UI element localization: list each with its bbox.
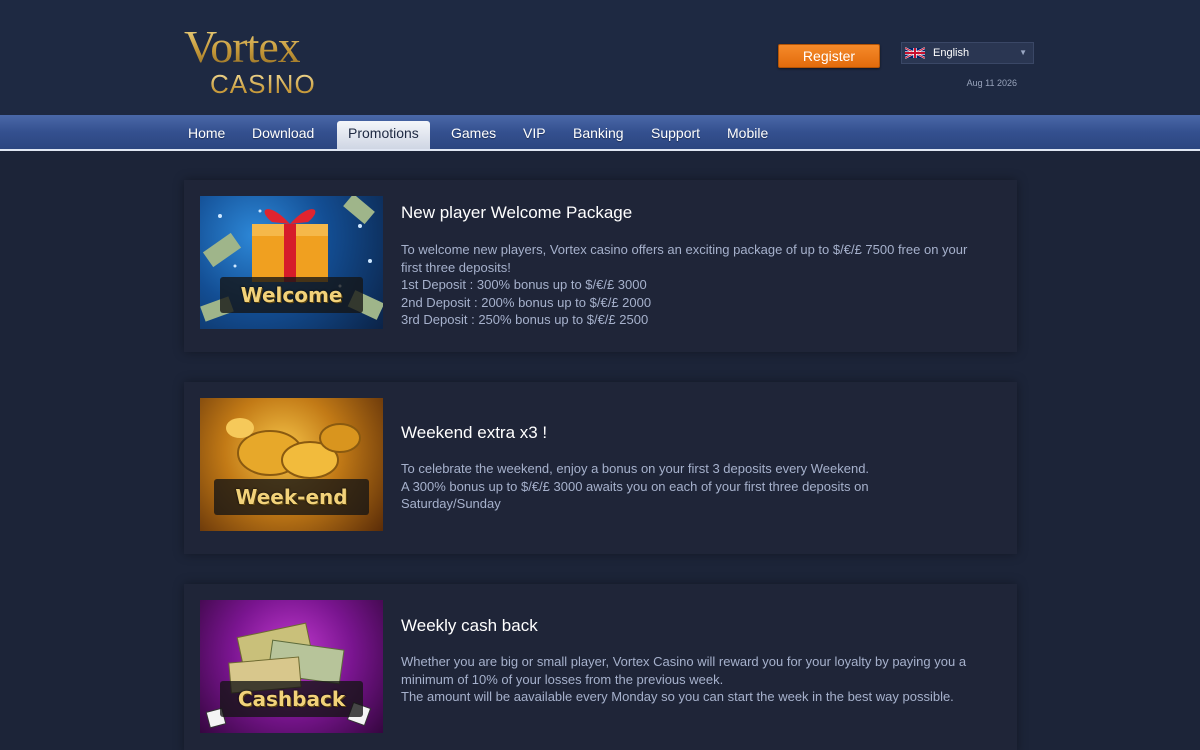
nav-download[interactable]: Download (252, 115, 314, 149)
promo-description: To celebrate the weekend, enjoy a bonus … (401, 460, 971, 513)
promo-text-line: A 300% bonus up to $/€/£ 3000 awaits you… (401, 478, 869, 512)
site-header: Vortex CASINO Register English ▼ Aug 11 … (0, 0, 1200, 115)
cashback-promo-image[interactable]: Cashback (200, 600, 383, 733)
caret-down-icon: ▼ (1019, 48, 1027, 57)
register-button[interactable]: Register (778, 44, 880, 68)
current-date: Aug 11 2026 (966, 78, 1017, 88)
weekend-image-label: Week-end (214, 479, 369, 515)
welcome-image-label: Welcome (220, 277, 363, 313)
promo-text-line: 1st Deposit : 300% bonus up to $/€/£ 300… (401, 277, 647, 292)
promo-text-line: To welcome new players, Vortex casino of… (401, 242, 968, 275)
promo-title: Weekend extra x3 ! (401, 423, 548, 442)
cashback-image-label: Cashback (220, 681, 363, 717)
nav-promotions[interactable]: Promotions (337, 121, 430, 149)
promo-text-line: To celebrate the weekend, enjoy a bonus … (401, 461, 870, 476)
promo-text-line: 2nd Deposit : 200% bonus up to $/€/£ 200… (401, 294, 652, 310)
nav-home[interactable]: Home (188, 115, 225, 149)
promo-text-line: Whether you are big or small player, Vor… (401, 654, 967, 687)
nav-vip[interactable]: VIP (523, 115, 546, 149)
logo-subtitle: CASINO (210, 69, 316, 99)
promo-card-weekend: Week-end Weekend extra x3 ! To celebrate… (184, 382, 1017, 554)
nav-games[interactable]: Games (451, 115, 496, 149)
promo-card-cashback: Cashback Weekly cash back Whether you ar… (184, 584, 1017, 750)
promo-text-line: The amount will be aavailable every Mond… (401, 689, 954, 704)
logo-wordmark: Vortex (184, 21, 301, 72)
vortex-casino-logo[interactable]: Vortex CASINO (184, 22, 344, 102)
uk-flag-icon (905, 47, 925, 59)
promo-title: Weekly cash back (401, 616, 538, 635)
promo-title: New player Welcome Package (401, 203, 633, 222)
promo-description: To welcome new players, Vortex casino of… (401, 241, 971, 329)
promo-text-line: 3rd Deposit : 250% bonus up to $/€/£ 250… (401, 312, 649, 327)
weekend-promo-image[interactable]: Week-end (200, 398, 383, 531)
nav-banking[interactable]: Banking (573, 115, 624, 149)
promo-card-welcome: Welcome New player Welcome Package To we… (184, 180, 1017, 352)
main-nav: Home Download Promotions Games VIP Banki… (0, 115, 1200, 151)
promo-description: Whether you are big or small player, Vor… (401, 653, 971, 706)
language-label: English (933, 47, 970, 59)
nav-mobile[interactable]: Mobile (727, 115, 768, 149)
welcome-promo-image[interactable]: Welcome (200, 196, 383, 329)
language-select[interactable]: English ▼ (901, 42, 1034, 64)
nav-support[interactable]: Support (651, 115, 700, 149)
